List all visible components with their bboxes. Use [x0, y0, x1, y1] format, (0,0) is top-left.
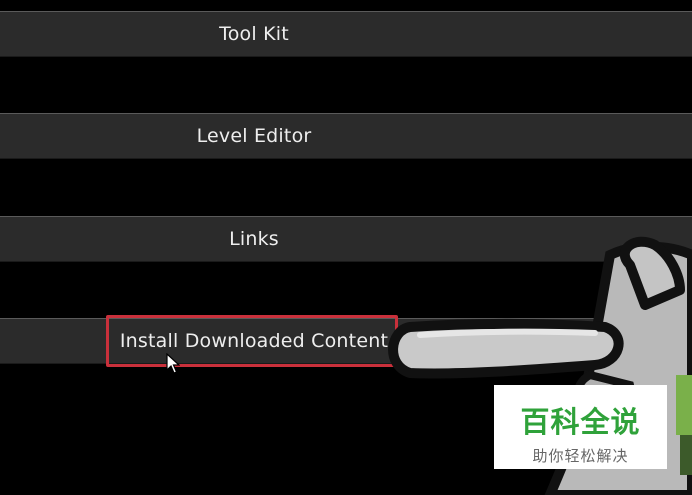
menu-item-tool-kit[interactable]: Tool Kit [0, 11, 692, 57]
menu-item-label: Level Editor [196, 125, 312, 147]
screen: Tool Kit Level Editor Links Install Down… [0, 0, 692, 495]
watermark-title: 百科全说 [520, 405, 641, 439]
menu-item-label: Links [229, 228, 279, 250]
menu-item-label: Install Downloaded Content [119, 330, 389, 352]
menu-item-label: Tool Kit [219, 23, 289, 45]
watermark-logo: 百科全说 助你轻松解决 [494, 385, 667, 469]
menu-item-level-editor[interactable]: Level Editor [0, 113, 692, 159]
watermark-subtitle: 助你轻松解决 [532, 447, 629, 465]
arrow-cursor-icon [166, 353, 180, 374]
